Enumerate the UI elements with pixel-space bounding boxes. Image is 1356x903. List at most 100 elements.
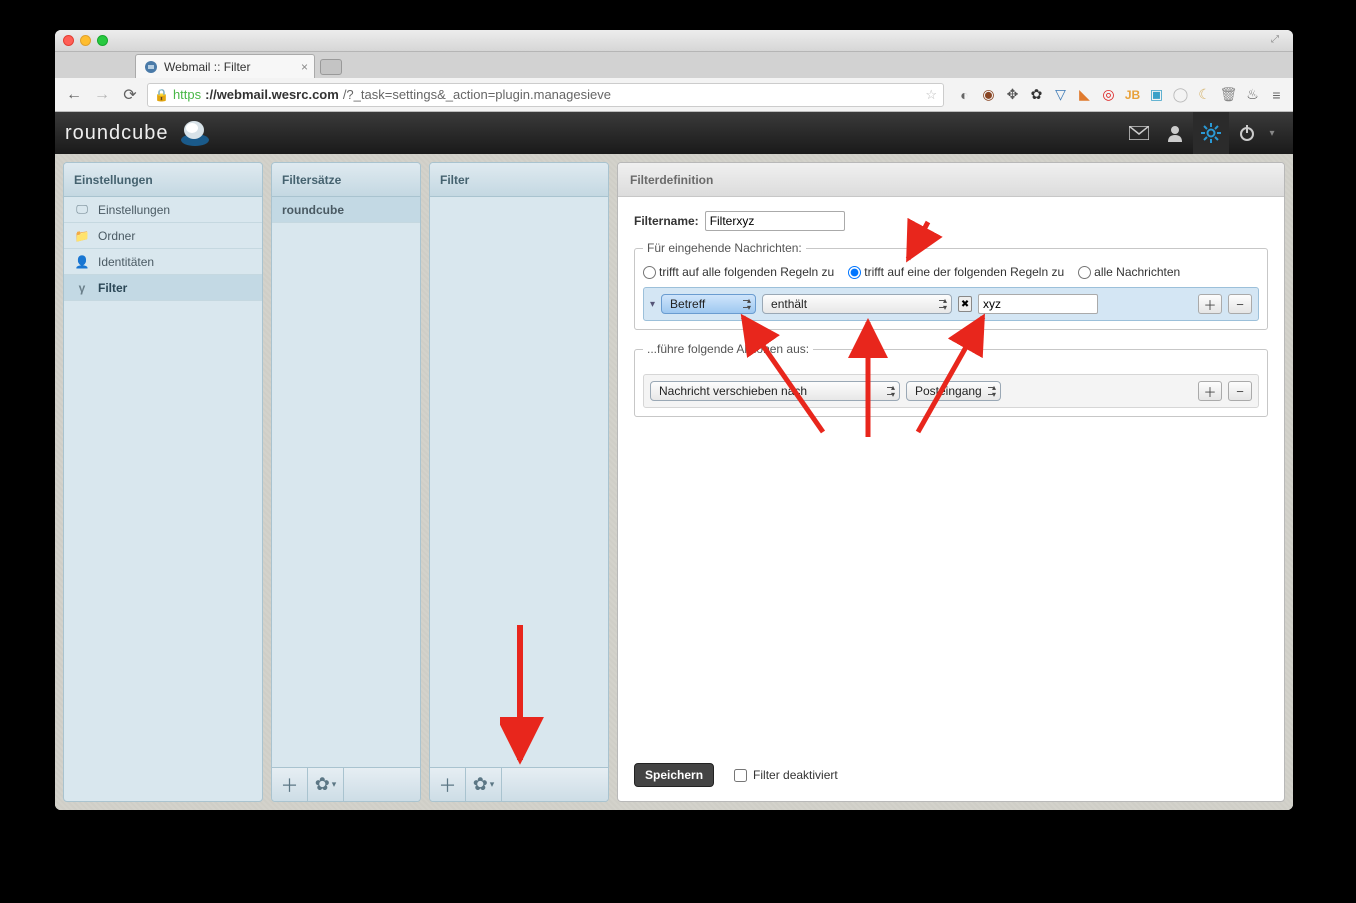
filtersets-list: roundcube (272, 197, 420, 767)
rule-row: ▾ Betreff ▴▾ enthält ▴▾ ✖ ＋ − (643, 287, 1259, 321)
ext-icon[interactable]: ◎ (1100, 86, 1117, 103)
bookmark-star-icon[interactable]: ☆ (925, 87, 937, 103)
rule-clear-icon[interactable]: ✖ (958, 296, 972, 312)
ext-icon[interactable]: ◣ (1076, 86, 1093, 103)
window-zoom-button[interactable] (97, 35, 108, 46)
tab-close-icon[interactable]: × (301, 60, 308, 74)
filter-name-label: Filtername: (634, 214, 699, 228)
rule-header-select[interactable]: Betreff ▴▾ (661, 294, 756, 314)
settings-item-label: Ordner (98, 229, 135, 243)
radio-any[interactable]: trifft auf eine der folgenden Regeln zu (848, 265, 1064, 279)
filter-definition-panel: Filterdefinition Filtername: Für eingehe… (617, 162, 1285, 802)
ext-icon[interactable]: ◯ (1172, 86, 1189, 103)
settings-item-identities[interactable]: 👤 Identitäten (64, 249, 262, 275)
settings-list: 🖵 Einstellungen 📁 Ordner 👤 Identitäten γ… (64, 197, 262, 801)
filter-name-row: Filtername: (634, 211, 1268, 231)
url-path: /?_task=settings&_action=plugin.managesi… (343, 87, 611, 102)
rule-header-value: Betreff (670, 297, 705, 311)
add-filterset-button[interactable]: ＋ (272, 768, 308, 801)
rule-remove-button[interactable]: − (1228, 294, 1252, 314)
forward-button[interactable]: → (91, 84, 113, 106)
dropdown-icon[interactable]: ▾ (1265, 112, 1279, 154)
window-close-button[interactable] (63, 35, 74, 46)
filterset-gear-button[interactable]: ✿▾ (308, 768, 344, 801)
filter-disabled-label: Filter deaktiviert (753, 768, 838, 782)
filters-panel-header: Filter (430, 163, 608, 197)
actions-fieldset: ...führe folgende Aktionen aus: Nachrich… (634, 342, 1268, 417)
logout-icon[interactable] (1229, 112, 1265, 154)
action-type-value: Nachricht verschieben nach (659, 384, 807, 398)
settings-icon[interactable] (1193, 112, 1229, 154)
app-logo-icon (175, 118, 209, 148)
settings-item-preferences[interactable]: 🖵 Einstellungen (64, 197, 262, 223)
window-minimize-button[interactable] (80, 35, 91, 46)
action-target-select[interactable]: Posteingang ▴▾ (906, 381, 1001, 401)
filtersets-panel-header: Filtersätze (272, 163, 420, 197)
user-icon[interactable] (1157, 112, 1193, 154)
address-bar[interactable]: 🔒 https://webmail.wesrc.com/?_task=setti… (147, 83, 944, 107)
rule-value-input[interactable] (978, 294, 1098, 314)
person-icon: 👤 (74, 255, 90, 269)
new-tab-button[interactable] (320, 59, 342, 75)
radio-any-label: trifft auf eine der folgenden Regeln zu (864, 265, 1064, 279)
ext-icon[interactable]: ▽ (1052, 86, 1069, 103)
menu-icon[interactable]: ≡ (1268, 86, 1285, 103)
rule-operator-value: enthält (771, 297, 807, 311)
rule-add-button[interactable]: ＋ (1198, 294, 1222, 314)
filter-name-input[interactable] (705, 211, 845, 231)
settings-item-label: Identitäten (98, 255, 154, 269)
settings-item-label: Filter (98, 281, 127, 295)
save-button[interactable]: Speichern (634, 763, 714, 787)
settings-item-filters[interactable]: γ Filter (64, 275, 262, 301)
rules-legend: Für eingehende Nachrichten: (643, 241, 806, 255)
window-titlebar: ⤢ (55, 30, 1293, 52)
ext-icon[interactable]: ▣ (1148, 86, 1165, 103)
settings-panel-header: Einstellungen (64, 163, 262, 197)
settings-item-folders[interactable]: 📁 Ordner (64, 223, 262, 249)
filters-panel: Filter ＋ ✿▾ (429, 162, 609, 802)
ext-icon[interactable]: ◐ (956, 86, 973, 103)
rule-operator-select[interactable]: enthält ▴▾ (762, 294, 952, 314)
radio-every-input[interactable] (1078, 266, 1091, 279)
ext-icon[interactable]: ◉ (980, 86, 997, 103)
browser-tab[interactable]: Webmail :: Filter × (135, 54, 315, 78)
settings-item-label: Einstellungen (98, 203, 170, 217)
reload-button[interactable]: ⟳ (119, 84, 141, 106)
rule-expand-icon[interactable]: ▾ (650, 299, 655, 310)
ext-icon[interactable]: JB (1124, 86, 1141, 103)
tab-title: Webmail :: Filter (164, 60, 250, 74)
tab-favicon (144, 60, 158, 74)
browser-tab-strip: Webmail :: Filter × (55, 52, 1293, 78)
monitor-icon: 🖵 (74, 202, 90, 217)
action-type-select[interactable]: Nachricht verschieben nach ▴▾ (650, 381, 900, 401)
settings-panel: Einstellungen 🖵 Einstellungen 📁 Ordner 👤… (63, 162, 263, 802)
filterset-item[interactable]: roundcube (272, 197, 420, 223)
action-row: Nachricht verschieben nach ▴▾ Posteingan… (643, 374, 1259, 408)
radio-all-label: trifft auf alle folgenden Regeln zu (659, 265, 834, 279)
mail-icon[interactable] (1121, 112, 1157, 154)
ext-icon[interactable]: 🗑 (1220, 86, 1237, 103)
radio-all[interactable]: trifft auf alle folgenden Regeln zu (643, 265, 834, 279)
lock-icon: 🔒 (154, 88, 169, 102)
ext-icon[interactable]: ☾ (1196, 86, 1213, 103)
browser-toolbar: ← → ⟳ 🔒 https://webmail.wesrc.com/?_task… (55, 78, 1293, 112)
action-remove-button[interactable]: − (1228, 381, 1252, 401)
ext-icon[interactable]: ✥ (1004, 86, 1021, 103)
filter-gear-button[interactable]: ✿▾ (466, 768, 502, 801)
filter-disabled-input[interactable] (734, 769, 747, 782)
radio-all-input[interactable] (643, 266, 656, 279)
filter-disabled-checkbox[interactable]: Filter deaktiviert (734, 768, 838, 782)
window-fullscreen-icon[interactable]: ⤢ (1271, 34, 1285, 48)
filters-footer: ＋ ✿▾ (430, 767, 608, 801)
back-button[interactable]: ← (63, 84, 85, 106)
save-row: Speichern Filter deaktiviert (634, 763, 1268, 787)
radio-every[interactable]: alle Nachrichten (1078, 265, 1180, 279)
content-area: Einstellungen 🖵 Einstellungen 📁 Ordner 👤… (55, 154, 1293, 810)
filter-icon: γ (74, 281, 90, 295)
add-filter-button[interactable]: ＋ (430, 768, 466, 801)
radio-any-input[interactable] (848, 266, 861, 279)
url-scheme: https (173, 87, 201, 102)
ext-icon[interactable]: ✿ (1028, 86, 1045, 103)
ext-icon[interactable]: ♨ (1244, 86, 1261, 103)
action-add-button[interactable]: ＋ (1198, 381, 1222, 401)
